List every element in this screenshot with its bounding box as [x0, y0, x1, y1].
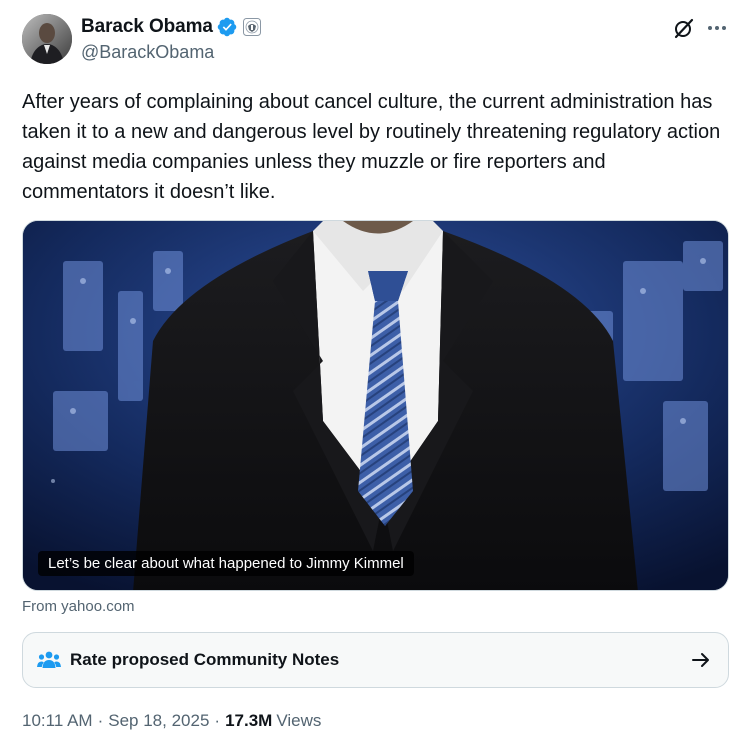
avatar-image — [22, 14, 72, 64]
meta-separator: · — [214, 711, 221, 730]
name-row: Barack Obama — [81, 16, 261, 38]
community-notes-label: Rate proposed Community Notes — [70, 650, 340, 669]
rate-community-notes-button[interactable]: Rate proposed Community Notes — [22, 632, 729, 688]
grok-icon[interactable] — [672, 16, 696, 40]
post-date[interactable]: Sep 18, 2025 — [108, 711, 209, 731]
post-text: After years of complaining about cancel … — [22, 91, 721, 203]
people-icon — [37, 651, 61, 668]
post-card: Barack Obama @BarackObama After years of… — [0, 0, 751, 746]
media-source[interactable]: From yahoo.com — [22, 598, 135, 615]
more-icon[interactable] — [706, 16, 728, 40]
post-time[interactable]: 10:11 AM — [22, 711, 93, 731]
media-card[interactable]: Let’s be clear about what happened to Ji… — [22, 220, 729, 591]
arrow-right-icon — [692, 653, 709, 667]
post-meta: 10:11 AM · Sep 18, 2025 · 17.3M Views — [22, 711, 321, 731]
avatar[interactable] — [22, 14, 72, 64]
media-image — [23, 221, 728, 590]
handle[interactable]: @BarackObama — [81, 42, 214, 63]
verified-badge-icon[interactable] — [217, 17, 237, 37]
views-count[interactable]: 17.3M — [225, 711, 272, 731]
display-name[interactable]: Barack Obama — [81, 16, 213, 38]
media-caption: Let’s be clear about what happened to Ji… — [38, 551, 414, 576]
government-seal-icon[interactable] — [242, 18, 261, 36]
views-label[interactable]: Views — [276, 711, 321, 731]
meta-separator: · — [97, 711, 104, 730]
